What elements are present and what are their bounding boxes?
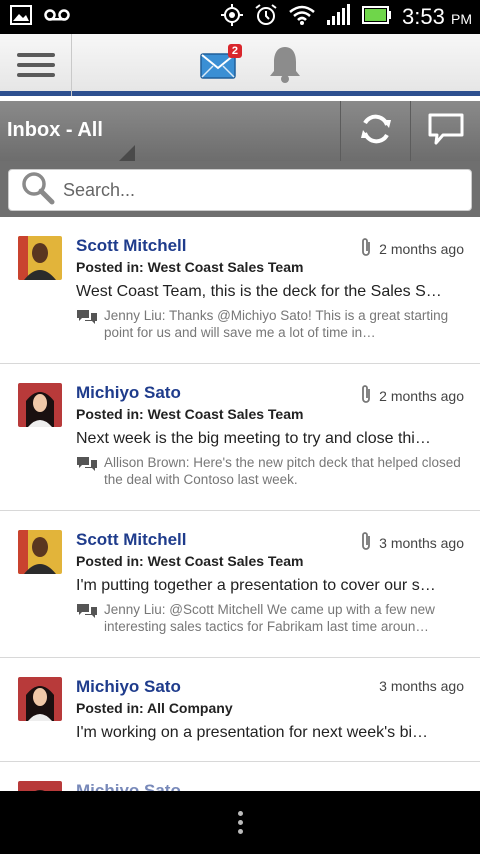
status-bar: 3:53 PM xyxy=(0,0,480,34)
compose-button[interactable] xyxy=(410,101,480,161)
message-preview: Next week is the big meeting to try and … xyxy=(76,430,431,447)
posted-in: Posted in: West Coast Sales Team xyxy=(76,553,304,569)
author-name[interactable]: Michiyo Sato xyxy=(76,778,464,791)
attachment-icon xyxy=(359,237,373,260)
item-meta: 2 months ago xyxy=(359,237,464,260)
posted-in: Posted in: West Coast Sales Team xyxy=(76,406,304,422)
system-nav-bar xyxy=(0,791,480,854)
group-name[interactable]: West Coast Sales Team xyxy=(148,406,304,422)
battery-icon xyxy=(362,5,392,29)
refresh-button[interactable] xyxy=(340,101,410,161)
bell-icon xyxy=(266,47,304,88)
conversation-icon xyxy=(76,309,98,329)
avatar[interactable] xyxy=(18,530,62,574)
gps-icon xyxy=(220,3,244,32)
conversation-icon xyxy=(76,456,98,476)
reply-preview: Jenny Liu: Thanks @Michiyo Sato! This is… xyxy=(76,307,464,341)
timestamp: 3 months ago xyxy=(379,534,464,551)
feed-item[interactable]: Michiyo Sato xyxy=(0,762,480,791)
group-name[interactable]: All Company xyxy=(147,700,233,716)
group-name[interactable]: West Coast Sales Team xyxy=(148,553,304,569)
item-meta: 2 months ago xyxy=(359,384,464,407)
app-header: 2 xyxy=(0,34,480,96)
voicemail-icon xyxy=(44,8,70,27)
reply-preview: Allison Brown: Here's the new pitch deck… xyxy=(76,454,464,488)
attachment-icon xyxy=(359,531,373,554)
message-feed: Scott Mitchell 2 months ago Posted in: W… xyxy=(0,217,480,791)
posted-in: Posted in: West Coast Sales Team xyxy=(76,259,304,275)
message-preview: I'm working on a presentation for next w… xyxy=(76,724,429,741)
search-input[interactable] xyxy=(63,179,443,201)
timestamp: 2 months ago xyxy=(379,240,464,257)
new-message-icon xyxy=(427,112,465,151)
notifications-button[interactable] xyxy=(266,44,306,86)
overflow-menu-icon[interactable] xyxy=(237,807,243,838)
search-icon xyxy=(21,171,55,210)
gallery-icon xyxy=(10,4,32,30)
message-preview: West Coast Team, this is the deck for th… xyxy=(76,283,442,300)
alarm-icon xyxy=(254,3,278,32)
menu-button[interactable] xyxy=(0,34,72,96)
clock: 3:53 PM xyxy=(402,4,472,29)
hamburger-icon xyxy=(16,47,55,83)
avatar[interactable] xyxy=(18,781,62,791)
search-bar xyxy=(0,161,480,217)
signal-icon xyxy=(326,3,352,31)
feed-item[interactable]: Scott Mitchell 2 months ago Posted in: W… xyxy=(0,217,480,364)
inbox-nav-button[interactable]: 2 xyxy=(200,44,244,84)
feed-item[interactable]: Scott Mitchell 3 months ago Posted in: W… xyxy=(0,511,480,658)
item-meta: 3 months ago xyxy=(379,678,464,694)
inbox-filter-dropdown[interactable]: Inbox - All xyxy=(7,119,103,142)
conversation-icon xyxy=(76,603,98,623)
avatar[interactable] xyxy=(18,236,62,280)
refresh-icon xyxy=(356,111,396,152)
search-box xyxy=(8,169,472,211)
group-name[interactable]: West Coast Sales Team xyxy=(148,259,304,275)
avatar[interactable] xyxy=(18,677,62,721)
posted-in: Posted in: All Company xyxy=(76,700,233,716)
avatar[interactable] xyxy=(18,383,62,427)
timestamp: 3 months ago xyxy=(379,678,464,694)
item-meta: 3 months ago xyxy=(359,531,464,554)
feed-item[interactable]: Michiyo Sato 3 months ago Posted in: All… xyxy=(0,658,480,762)
wifi-icon xyxy=(288,4,316,31)
feed-item[interactable]: Michiyo Sato 2 months ago Posted in: Wes… xyxy=(0,364,480,511)
attachment-icon xyxy=(359,384,373,407)
message-preview: I'm putting together a presentation to c… xyxy=(76,577,436,594)
unread-badge: 2 xyxy=(227,44,242,58)
inbox-toolbar: Inbox - All xyxy=(0,101,480,162)
dropdown-corner-icon xyxy=(118,145,135,162)
timestamp: 2 months ago xyxy=(379,387,464,404)
reply-preview: Jenny Liu: @Scott Mitchell We came up wi… xyxy=(76,601,464,635)
